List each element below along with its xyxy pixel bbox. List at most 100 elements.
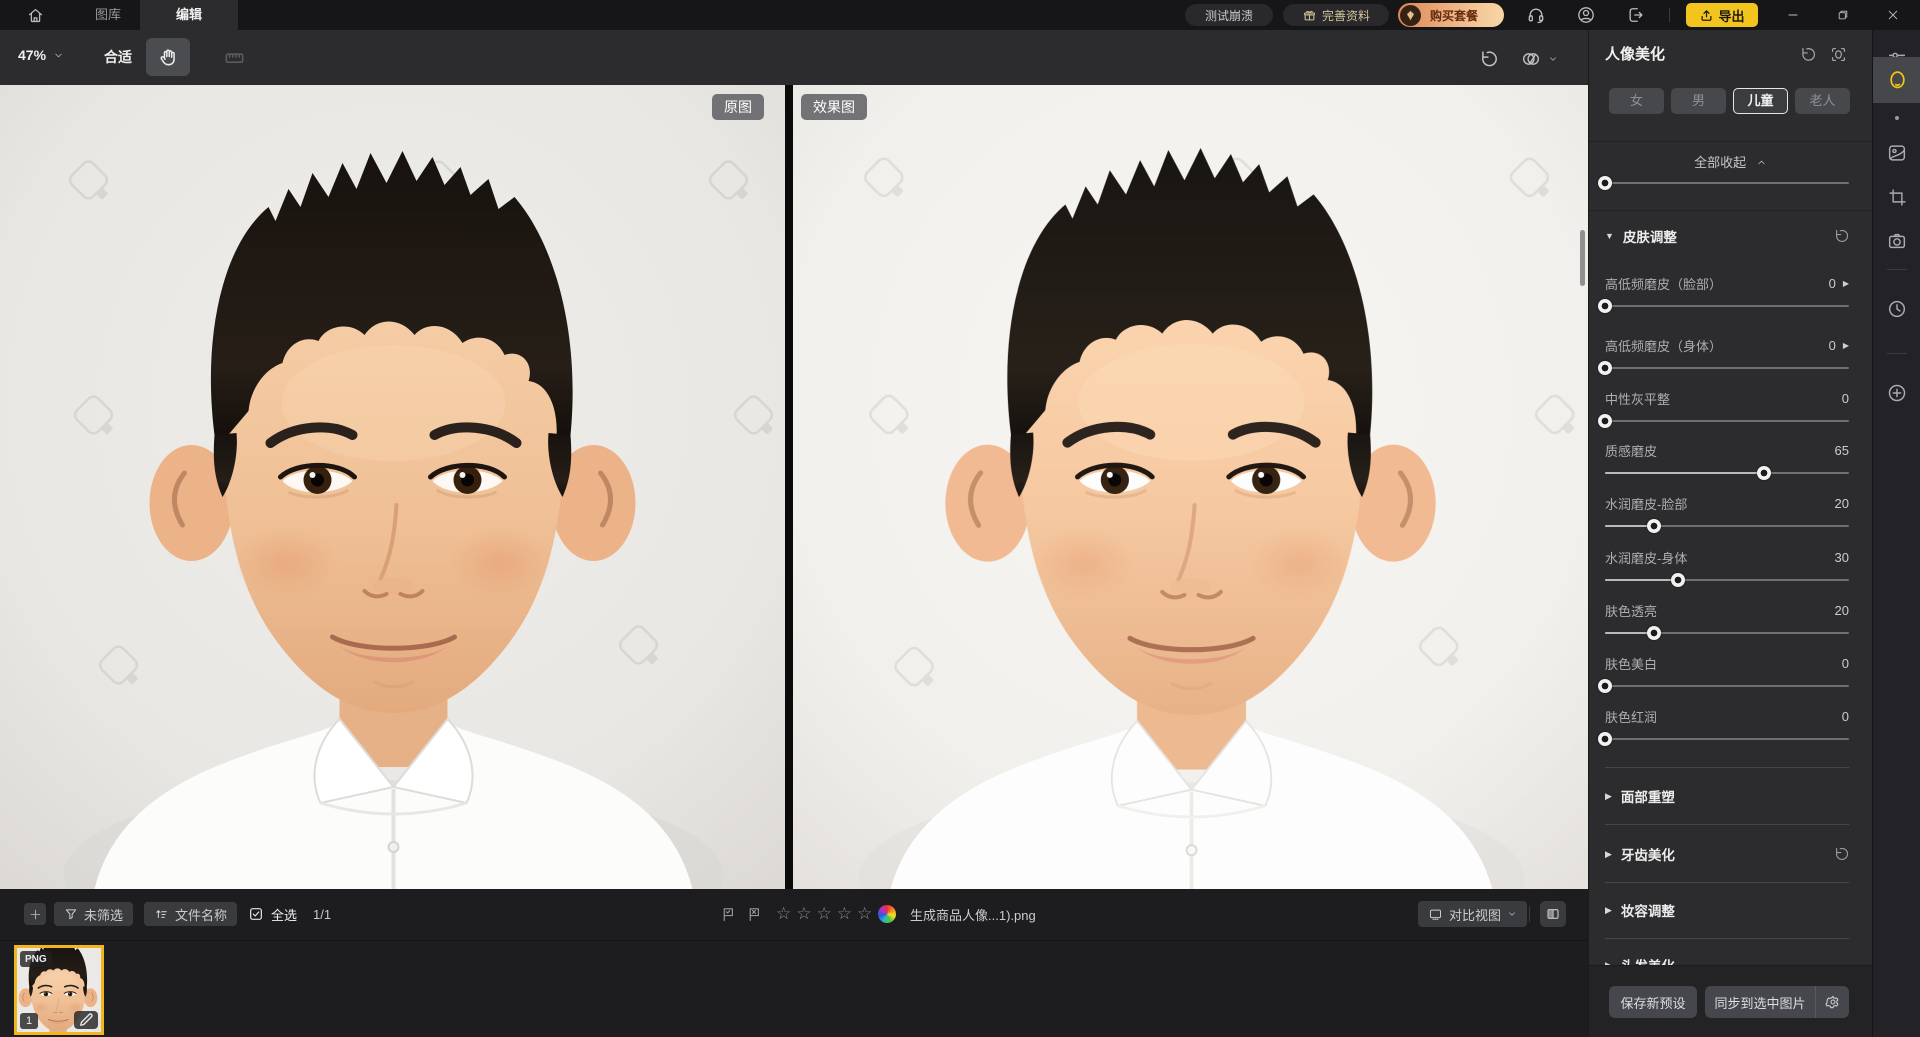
pencil-icon xyxy=(74,1011,98,1029)
undo-button[interactable] xyxy=(1476,48,1498,70)
panel-footer: 保存新预设 同步到选中图片 xyxy=(1589,965,1872,1037)
close-button[interactable] xyxy=(1876,0,1910,30)
buy-package-button[interactable]: 购买套餐 xyxy=(1398,3,1504,27)
color-label-button[interactable] xyxy=(878,902,896,926)
slider-track[interactable] xyxy=(1605,573,1849,587)
close-icon xyxy=(1886,8,1900,22)
effect-image[interactable] xyxy=(793,85,1588,889)
divider xyxy=(1605,824,1849,825)
support-button[interactable] xyxy=(1523,3,1549,27)
add-image-button[interactable] xyxy=(24,903,46,925)
section-makeup[interactable]: ▶ 妆容调整 xyxy=(1605,890,1849,930)
filter-tool-button[interactable] xyxy=(1873,136,1920,170)
undo-icon xyxy=(1476,48,1498,70)
tab-child[interactable]: 儿童 xyxy=(1733,88,1788,114)
color-wheel-icon xyxy=(878,905,896,923)
compare-view-label: 对比视图 xyxy=(1449,905,1501,924)
sync-to-selected-button[interactable]: 同步到选中图片 xyxy=(1705,986,1849,1018)
slider-track[interactable] xyxy=(1605,466,1849,480)
camera-icon xyxy=(1886,230,1908,252)
sync-settings-button[interactable] xyxy=(1816,994,1849,1010)
panel-reset-button[interactable] xyxy=(1795,43,1817,65)
slider-value: 0 xyxy=(1842,391,1849,406)
section-face-reshape[interactable]: ▶ 面部重塑 xyxy=(1605,776,1849,816)
home-icon xyxy=(26,6,45,25)
test-crash-button[interactable]: 测试崩溃 xyxy=(1185,4,1273,26)
complete-profile-button[interactable]: 完善资料 xyxy=(1283,4,1389,26)
hand-tool-button[interactable] xyxy=(146,38,190,76)
home-button[interactable] xyxy=(18,3,52,27)
save-preset-button[interactable]: 保存新预设 xyxy=(1609,986,1697,1018)
skin-reset-button[interactable] xyxy=(1831,227,1849,245)
crop-tool-button[interactable] xyxy=(1873,180,1920,214)
minimize-button[interactable] xyxy=(1776,0,1810,30)
crop-guide-tool-button[interactable] xyxy=(212,38,256,76)
slider-track[interactable] xyxy=(1605,414,1849,428)
tab-elderly[interactable]: 老人 xyxy=(1795,88,1850,114)
triangle-right-icon: ▶ xyxy=(1605,905,1612,916)
slider-label: 质感磨皮 xyxy=(1605,441,1657,460)
tab-male[interactable]: 男 xyxy=(1671,88,1726,114)
star-icon[interactable]: ☆ xyxy=(796,904,811,924)
chevron-down-icon xyxy=(53,50,64,61)
portrait-beautify-tool-button[interactable] xyxy=(1873,63,1920,97)
section-teeth[interactable]: ▶ 牙齿美化 xyxy=(1605,834,1849,874)
chevron-up-icon xyxy=(1756,157,1767,168)
star-icon[interactable]: ☆ xyxy=(817,904,832,924)
slider-track[interactable] xyxy=(1605,626,1849,640)
teeth-reset-button[interactable] xyxy=(1831,845,1849,863)
complete-profile-label: 完善资料 xyxy=(1322,7,1370,24)
face-detect-button[interactable] xyxy=(1827,43,1849,65)
account-button[interactable] xyxy=(1573,3,1599,27)
thumbnail-selected[interactable]: PNG 1 xyxy=(14,945,104,1035)
tab-female[interactable]: 女 xyxy=(1609,88,1664,114)
zoom-level-value: 47% xyxy=(18,47,46,63)
slider-track[interactable] xyxy=(1605,519,1849,533)
upload-icon xyxy=(1699,8,1714,23)
canvas-scrollbar[interactable] xyxy=(1580,230,1585,286)
camera-tool-button[interactable] xyxy=(1873,224,1920,258)
slider-value: 30 xyxy=(1835,550,1849,565)
star-icon[interactable]: ☆ xyxy=(776,904,791,924)
split-view-button[interactable] xyxy=(1540,901,1566,927)
filter-dropdown[interactable]: 未筛选 xyxy=(54,902,133,926)
slider-track[interactable] xyxy=(1605,679,1849,693)
titlebar-separator xyxy=(1669,8,1670,22)
star-rating[interactable]: ☆☆☆☆☆ xyxy=(776,902,872,926)
fit-view-button[interactable]: 合适 xyxy=(104,47,132,67)
slider-label: 高低频磨皮（身体） xyxy=(1605,336,1722,355)
sync-label: 同步到选中图片 xyxy=(1705,993,1815,1012)
sort-dropdown[interactable]: 文件名称 xyxy=(144,902,237,926)
maximize-button[interactable] xyxy=(1826,0,1860,30)
star-icon[interactable]: ☆ xyxy=(857,904,872,924)
tab-edit[interactable]: 编辑 xyxy=(140,0,238,30)
reset-icon xyxy=(1797,45,1816,64)
original-image[interactable] xyxy=(0,85,785,889)
slider-track[interactable] xyxy=(1605,299,1849,313)
exit-app-button[interactable] xyxy=(1623,3,1649,27)
select-all-control[interactable]: 全选 xyxy=(248,902,297,926)
flag-pick-button[interactable] xyxy=(720,902,737,926)
collapse-all-button[interactable]: 全部收起 xyxy=(1589,152,1872,171)
expand-arrow-icon[interactable]: ▶ xyxy=(1843,341,1849,350)
slider-track[interactable] xyxy=(1605,361,1849,375)
star-icon[interactable]: ☆ xyxy=(837,904,852,924)
slider-track[interactable] xyxy=(1605,732,1849,746)
skin-section-header[interactable]: ▼ 皮肤调整 xyxy=(1605,226,1849,246)
export-button[interactable]: 导出 xyxy=(1686,3,1758,27)
gear-icon xyxy=(1825,994,1841,1010)
flag-reject-button[interactable] xyxy=(746,902,763,926)
flag-check-icon xyxy=(720,906,737,923)
expand-arrow-icon[interactable]: ▶ xyxy=(1843,279,1849,288)
compare-view-dropdown[interactable]: 对比视图 xyxy=(1418,901,1527,927)
edit-toolbar: 47% 合适 xyxy=(0,30,1588,85)
image-count: 1/1 xyxy=(313,902,331,926)
chevron-down-icon xyxy=(1548,54,1558,64)
tab-gallery[interactable]: 图库 xyxy=(76,0,140,30)
compare-mode-dropdown[interactable] xyxy=(1520,48,1558,70)
history-tool-button[interactable] xyxy=(1873,292,1920,326)
add-tool-button[interactable] xyxy=(1873,376,1920,410)
global-intensity-slider[interactable] xyxy=(1605,176,1849,190)
zoom-level-dropdown[interactable]: 47% xyxy=(18,47,64,63)
funnel-icon xyxy=(64,907,78,921)
